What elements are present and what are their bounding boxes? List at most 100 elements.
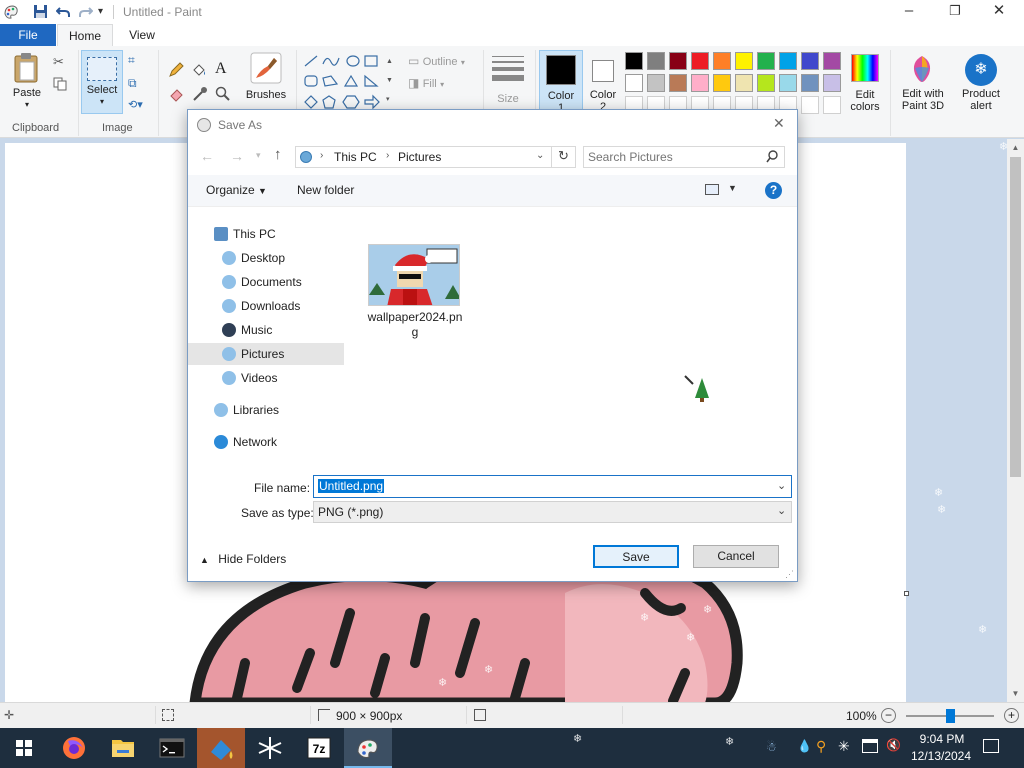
forward-icon[interactable]: → [230,148,244,164]
recent-dropdown-icon[interactable]: ▾ [256,150,261,161]
color-swatch[interactable] [823,52,841,70]
color-swatch[interactable] [691,74,709,92]
tray-network-icon[interactable] [862,739,878,753]
copy-icon[interactable] [53,77,67,91]
scroll-up-icon[interactable]: ▲ [1007,143,1024,152]
nav-music[interactable]: Music [188,319,344,341]
cancel-button[interactable]: Cancel [693,545,779,568]
color-swatch[interactable] [757,74,775,92]
edit-paint3d-button[interactable]: Edit with Paint 3D [894,50,952,116]
tray-volume-muted-icon[interactable]: 🔇 [886,738,901,752]
tab-view[interactable]: View [114,24,170,46]
scroll-down-icon[interactable]: ▼ [1007,689,1024,698]
canvas-resize-handle[interactable] [904,591,909,596]
color-swatch[interactable] [779,52,797,70]
cut-icon[interactable]: ✂ [53,54,64,70]
file-name-dropdown-icon[interactable]: ⌄ [777,479,786,492]
color-swatch[interactable] [801,74,819,92]
color-swatch[interactable] [669,52,687,70]
redo-icon[interactable] [78,4,94,19]
nav-network[interactable]: Network [188,431,344,453]
color-swatch[interactable] [669,74,687,92]
crop-icon[interactable]: ⌗ [128,53,135,68]
select-button[interactable]: Select ▾ [81,50,123,114]
clock-time[interactable]: 9:04 PM [917,732,967,746]
quick-access-dropdown-icon[interactable]: ▾ [98,6,103,17]
color-swatch[interactable] [735,74,753,92]
minimize-button[interactable]: – [886,0,932,24]
paint-bucket-taskbar-icon[interactable] [197,728,245,768]
color-swatch[interactable] [713,74,731,92]
paint-taskbar-icon[interactable] [344,728,392,768]
firefox-taskbar-icon[interactable] [50,728,98,768]
view-dropdown-icon[interactable]: ▼ [728,183,737,193]
zoom-in-button[interactable]: + [1004,708,1019,723]
product-alert-button[interactable]: ❄ Product alert [956,50,1006,116]
new-folder-button[interactable]: New folder [297,183,354,197]
color-swatch[interactable] [735,52,753,70]
tab-home[interactable]: Home [57,24,113,46]
zoom-slider-thumb[interactable] [946,709,955,723]
dialog-close-icon[interactable]: ✕ [773,115,785,132]
color-swatch[interactable] [757,52,775,70]
color-swatch[interactable] [823,74,841,92]
tray-search-icon[interactable]: ⚲ [816,738,826,755]
view-options-icon[interactable] [705,184,719,195]
start-button[interactable] [0,728,48,768]
terminal-taskbar-icon[interactable] [148,728,196,768]
search-input[interactable] [588,149,758,165]
file-item[interactable]: wallpaper2024.png [365,244,465,344]
close-button[interactable]: ✕ [976,0,1022,24]
help-icon[interactable]: ? [765,182,782,199]
tab-file[interactable]: File [0,24,56,46]
rotate-icon[interactable]: ⟲▾ [128,98,143,111]
file-name-field[interactable]: Untitled.png ⌄ [313,475,792,498]
shapes-gallery[interactable] [303,54,385,110]
nav-libraries[interactable]: Libraries [188,399,344,421]
search-box[interactable] [583,146,785,168]
paste-button[interactable]: Paste ▾ [6,52,48,114]
shapes-scroll-icon[interactable]: ▲ ▼ ▾ [386,52,393,109]
size-button[interactable]: Size [488,52,528,114]
notification-center-icon[interactable] [983,739,999,753]
color1-button[interactable]: Color 1 [539,50,583,116]
color-swatch[interactable] [801,52,819,70]
fill-button[interactable]: ◨ Fill ▾ [408,76,468,92]
color-picker-icon[interactable] [192,86,208,102]
color-swatch[interactable] [647,74,665,92]
organize-button[interactable]: Organize ▼ [206,183,267,197]
color-swatch[interactable] [647,52,665,70]
undo-icon[interactable] [55,4,71,19]
address-dropdown-icon[interactable]: ⌄ [536,150,544,161]
color-swatch[interactable] [779,74,797,92]
hide-folders-button[interactable]: ▲ Hide Folders [200,552,286,566]
refresh-button[interactable]: ↻ [551,147,575,167]
color-swatch[interactable] [823,96,841,114]
color-swatch[interactable] [625,52,643,70]
resize-grip-icon[interactable]: ⋰ [785,569,794,580]
breadcrumb-this-pc[interactable]: This PC [334,150,377,164]
color2-button[interactable]: Color 2 [585,50,623,116]
nav-downloads[interactable]: Downloads [188,295,344,317]
scroll-thumb[interactable] [1010,157,1021,477]
file-explorer-taskbar-icon[interactable] [99,728,147,768]
clock-date[interactable]: 12/13/2024 [909,749,973,763]
color-swatch[interactable] [801,96,819,114]
address-bar[interactable]: › This PC › Pictures ⌄ [295,146,576,168]
fill-icon[interactable] [191,62,207,78]
zoom-slider[interactable] [906,709,994,723]
outline-button[interactable]: ▭ Outline ▾ [408,54,468,70]
snowflake-app-taskbar-icon[interactable] [246,728,294,768]
save-icon[interactable] [33,4,48,19]
text-icon[interactable]: A [215,60,227,78]
nav-desktop[interactable]: Desktop [188,247,344,269]
tray-weather-icon[interactable]: ☃ [766,740,777,754]
zoom-out-button[interactable]: − [881,708,896,723]
pencil-icon[interactable] [168,62,184,78]
nav-this-pc[interactable]: This PC [188,223,344,245]
7zip-taskbar-icon[interactable]: 7z [295,728,343,768]
maximize-button[interactable]: ❐ [932,0,978,24]
tray-droplet-icon[interactable]: 💧 [797,739,812,753]
nav-documents[interactable]: Documents [188,271,344,293]
up-icon[interactable]: ↑ [274,146,282,163]
